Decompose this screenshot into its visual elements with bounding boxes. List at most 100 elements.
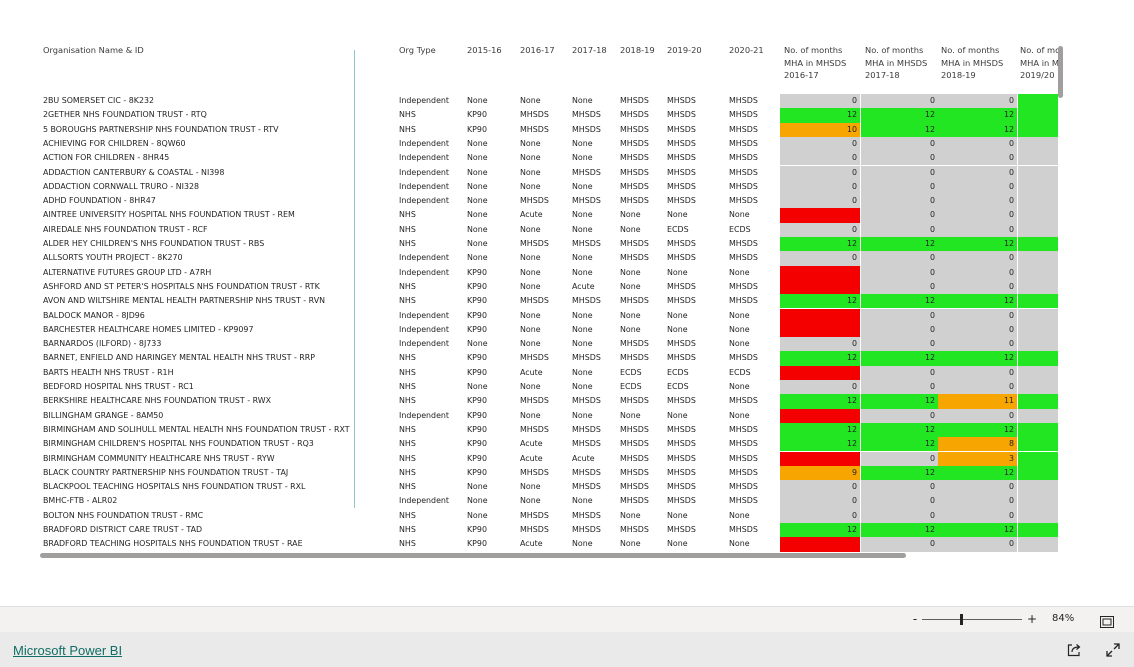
table-row[interactable]: BEDFORD HOSPITAL NHS TRUST - RC1 NHS None N… [40,380,1058,395]
table-row[interactable]: BLACKPOOL TEACHING HOSPITALS NHS FOUNDAT… [40,480,1058,495]
cell-organisation: AINTREE UNIVERSITY HOSPITAL NHS FOUNDATI… [43,210,295,220]
table-row[interactable]: BILLINGHAM GRANGE - 8AM50 Independent KP90… [40,408,1058,423]
table-row[interactable]: ASHFORD AND ST PETER'S HOSPITALS NHS FOU… [40,279,1058,295]
column-header-2016-17[interactable]: 2016-17 [520,44,555,57]
table-row[interactable]: ACTION FOR CHILDREN - 8HR45 Independent No… [40,151,1058,166]
column-header-months-2019-20[interactable]: No. of months MHA in MHSDS 2019/20 [1020,44,1058,82]
table-row[interactable]: BARTS HEALTH NHS TRUST - R1H NHS KP90 Acute… [40,365,1058,380]
cell-year: None [729,510,750,520]
table-row[interactable]: BERKSHIRE HEALTHCARE NHS FOUNDATION TRUS… [40,394,1058,409]
column-header-months-2018-19[interactable]: No. of months MHA in MHSDS 2018-19 [941,44,1013,82]
cell-year: MHSDS [620,353,649,363]
table-row[interactable]: BMHC-FTB - ALR02 Independent None None None M… [40,494,1058,509]
horizontal-scrollbar[interactable] [40,553,906,558]
table-row[interactable]: BARNET, ENFIELD AND HARINGEY MENTAL HEAL… [40,351,1058,366]
cell-months: 11 [938,394,1017,409]
table-row[interactable]: BALDOCK MANOR - 8JD96 Independent KP90 None… [40,308,1058,323]
cell-year: None [572,539,593,549]
cell-year: MHSDS [620,424,649,434]
table-row[interactable]: 2GETHER NHS FOUNDATION TRUST - RTQ NHS KP9… [40,108,1058,123]
cell-year: None [467,181,488,191]
zoom-out-button[interactable]: - [910,612,920,626]
cell-year: MHSDS [667,353,696,363]
cell-months: 0 [938,279,1017,295]
column-header-2019-20[interactable]: 2019-20 [667,44,702,57]
cell-months: 0 [861,494,938,509]
cell-months: 12 [780,108,860,123]
cell-year: MHSDS [667,138,696,148]
cell-months: 0 [861,151,938,166]
column-header-organisation[interactable]: Organisation Name & ID [43,44,144,57]
table-row[interactable]: BIRMINGHAM AND SOLIHULL MENTAL HEALTH NH… [40,422,1058,438]
cell-months: 0 [938,165,1017,180]
power-bi-link[interactable]: Microsoft Power BI [13,643,122,658]
table-row[interactable]: ADDACTION CANTERBURY & COASTAL - NI398 In… [40,165,1058,180]
zoom-level: 84% [1052,613,1075,624]
table-row[interactable]: BRADFORD TEACHING HOSPITALS NHS FOUNDATI… [40,537,1058,552]
cell-months: 0 [861,136,938,152]
cell-year: None [620,410,641,420]
cell-org-type: NHS [399,382,416,391]
cell-year: None [520,482,541,492]
table-row[interactable]: BRADFORD DISTRICT CARE TRUST - TAD NHS KP9… [40,523,1058,538]
table-row[interactable]: AINTREE UNIVERSITY HOSPITAL NHS FOUNDATI… [40,208,1058,223]
table-row[interactable]: AIREDALE NHS FOUNDATION TRUST - RCF NHS No… [40,222,1058,237]
cell-months: 0 [780,136,860,152]
column-header-org-type[interactable]: Org Type [399,44,436,57]
column-header-2020-21[interactable]: 2020-21 [729,44,764,57]
table-row[interactable]: BOLTON NHS FOUNDATION TRUST - RMC NHS None… [40,508,1058,523]
table-row[interactable]: 5 BOROUGHS PARTNERSHIP NHS FOUNDATION TR… [40,122,1058,137]
fit-to-page-icon[interactable] [1100,613,1114,628]
cell-year: MHSDS [667,482,696,492]
column-header-2015-16[interactable]: 2015-16 [467,44,502,57]
cell-organisation: BOLTON NHS FOUNDATION TRUST - RMC [43,510,204,520]
table-row[interactable]: ADHD FOUNDATION - 8HR47 Independent None MH… [40,194,1058,209]
cell-year: MHSDS [729,453,758,463]
table-row[interactable]: BIRMINGHAM COMMUNITY HEALTHCARE NHS TRUS… [40,451,1058,466]
cell-months: 12 [780,523,860,538]
table-row[interactable]: ALLSORTS YOUTH PROJECT - 8K270 Independen… [40,251,1058,266]
cell-year: MHSDS [667,153,696,163]
table-row[interactable]: BARCHESTER HEALTHCARE HOMES LIMITED - KP… [40,322,1058,338]
cell-months: 10 [780,122,860,137]
vertical-scrollbar[interactable] [1058,46,1063,98]
matrix-table[interactable]: Organisation Name & ID Org Type 2015-16 … [40,44,1058,552]
table-row[interactable]: ALTERNATIVE FUTURES GROUP LTD - A7RH Inde… [40,265,1058,280]
cell-year: None [467,167,488,177]
cell-organisation: ADHD FOUNDATION - 8HR47 [43,196,156,206]
cell-year: None [520,324,541,334]
table-row[interactable]: ALDER HEY CHILDREN'S NHS FOUNDATION TRUS… [40,237,1058,252]
cell-year: MHSDS [729,167,758,177]
zoom-slider-thumb[interactable] [960,614,963,625]
table-row[interactable]: AVON AND WILTSHIRE MENTAL HEALTH PARTNER… [40,294,1058,309]
share-icon[interactable] [1066,642,1082,658]
table-row[interactable]: 2BU SOMERSET CIC - 8K232 Independent None N… [40,94,1058,109]
cell-year: KP90 [467,267,487,277]
cell-months: 12 [780,437,860,452]
table-row[interactable]: ADDACTION CORNWALL TRURO - NI328 Independ… [40,179,1058,195]
cell-year: MHSDS [520,525,549,534]
table-row[interactable]: ACHIEVING FOR CHILDREN - 8QW60 Independen… [40,136,1058,152]
cell-months: 12 [938,122,1017,137]
cell-months: 0 [938,208,1017,223]
cell-year: MHSDS [729,439,758,449]
table-row[interactable]: BARNARDOS (ILFORD) - 8J733 Independent Non… [40,337,1058,352]
cell-org-type: NHS [399,367,416,377]
zoom-in-button[interactable]: + [1026,612,1038,626]
cell-year: MHSDS [572,196,601,206]
cell-months: 0 [938,222,1017,237]
fullscreen-icon[interactable] [1105,642,1121,658]
table-row[interactable]: BLACK COUNTRY PARTNERSHIP NHS FOUNDATION… [40,465,1058,481]
column-header-2017-18[interactable]: 2017-18 [572,44,607,57]
cell-months: 12 [861,108,938,123]
cell-months [1018,322,1058,338]
column-header-2018-19[interactable]: 2018-19 [620,44,655,57]
cell-year: MHSDS [572,482,601,492]
column-header-months-2016-17[interactable]: No. of months MHA in MHSDS 2016-17 [784,44,856,82]
cell-org-type: Independent [399,253,450,263]
table-row[interactable]: BIRMINGHAM CHILDREN'S HOSPITAL NHS FOUND… [40,437,1058,452]
cell-year: None [520,253,541,263]
column-header-months-2017-18[interactable]: No. of months MHA in MHSDS 2017-18 [865,44,937,82]
zoom-slider-track[interactable] [922,619,1022,620]
cell-months [780,537,860,552]
